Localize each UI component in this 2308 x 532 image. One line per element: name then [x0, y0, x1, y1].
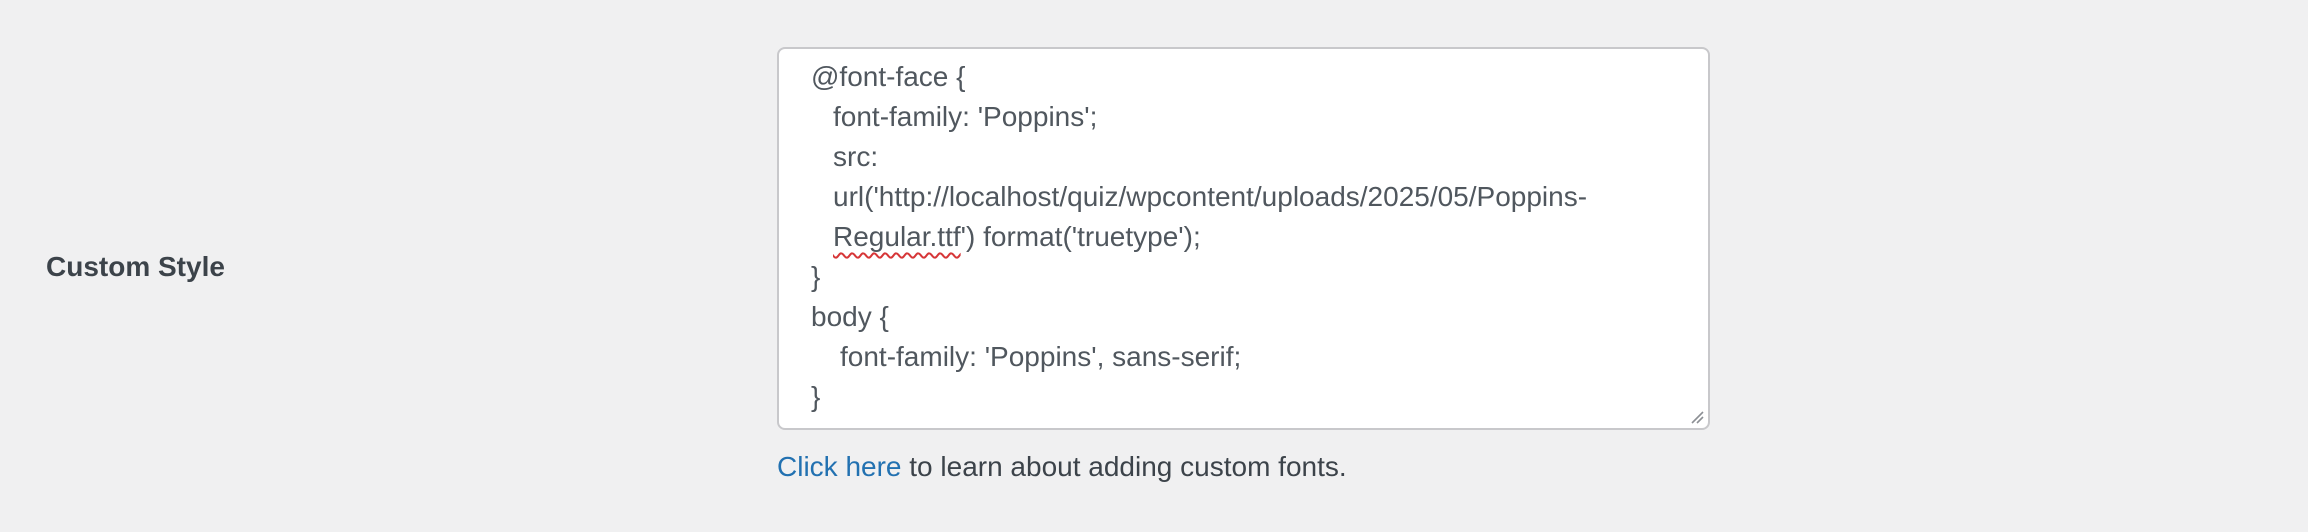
code-line: }: [811, 381, 821, 412]
custom-fonts-help-text: Click here to learn about adding custom …: [777, 448, 1347, 486]
code-line: }: [811, 261, 821, 292]
misspelled-word: Regular.ttf: [833, 221, 961, 252]
custom-css-code[interactable]: @font-face { font-family: 'Poppins'; src…: [811, 57, 1668, 417]
click-here-link[interactable]: Click here: [777, 451, 901, 482]
code-line: @font-face {: [811, 61, 966, 92]
code-line: body {: [811, 301, 889, 332]
custom-style-setting-row: Custom Style @font-face { font-family: '…: [0, 0, 2308, 532]
code-line: font-family: 'Poppins';: [833, 101, 1098, 132]
custom-style-textarea[interactable]: @font-face { font-family: 'Poppins'; src…: [777, 47, 1710, 430]
custom-style-label: Custom Style: [46, 251, 225, 282]
code-fragment: ') format('truetype');: [960, 221, 1201, 252]
code-line: Regular.ttf') format('truetype');: [811, 217, 1668, 257]
code-line: font-family: 'Poppins', sans-serif;: [840, 341, 1242, 372]
resize-handle-icon[interactable]: [1690, 410, 1704, 424]
code-line: src:: [833, 141, 879, 172]
help-description: to learn about adding custom fonts.: [901, 451, 1347, 482]
code-line: url('http://localhost/quiz/wpcontent/upl…: [833, 181, 1588, 212]
